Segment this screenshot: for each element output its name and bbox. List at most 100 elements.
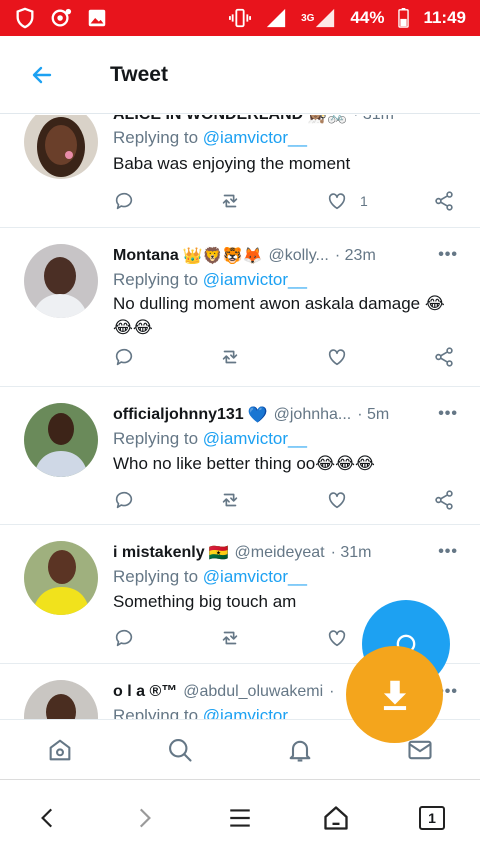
replying-to: Replying to @iamvictor__ <box>113 429 307 448</box>
home-icon[interactable] <box>46 736 74 764</box>
author-handle[interactable]: @abdul_oluwakemi <box>183 683 323 701</box>
author-handle[interactable]: @kolly... <box>268 247 328 265</box>
reply-button[interactable] <box>113 627 135 649</box>
avatar[interactable] <box>24 115 98 179</box>
notification-app-icon <box>51 8 72 27</box>
tweet-time: · <box>329 683 335 700</box>
author-name[interactable]: officialjohnny131 <box>113 406 244 424</box>
browser-toolbar: 1 <box>0 779 480 854</box>
reply-icon <box>115 491 133 509</box>
tab-count: 1 <box>419 806 445 830</box>
network-type: 3G <box>301 12 315 24</box>
author-name[interactable]: o l a ®™ <box>113 683 177 701</box>
avatar[interactable] <box>24 244 98 318</box>
chevron-left-icon <box>41 808 53 828</box>
menu-icon <box>230 809 250 827</box>
chevron-right-icon <box>139 808 151 828</box>
page-title: Tweet <box>110 62 168 86</box>
share-icon <box>435 191 453 211</box>
mention-link[interactable]: @iamvictor__ <box>203 429 307 448</box>
heart-icon <box>328 492 346 509</box>
share-button[interactable] <box>433 190 455 212</box>
reply-button[interactable] <box>113 346 135 368</box>
tweet-time: · 5m <box>357 406 390 423</box>
battery-percent: 44% <box>350 8 385 27</box>
shield-icon <box>16 7 34 29</box>
reply-button[interactable] <box>113 489 135 511</box>
reply-icon <box>115 192 133 210</box>
share-button[interactable] <box>433 346 455 368</box>
heart-icon <box>328 193 346 210</box>
tweet[interactable]: Montana 👑🦁🐯🦊 @kolly... · 23m ••• Replyin… <box>0 228 480 387</box>
status-bar: 3G 44% 11:49 <box>0 0 480 36</box>
retweet-button[interactable] <box>219 346 241 368</box>
tweet-text: No dulling moment awon askala damage 😂😂😂 <box>113 294 445 337</box>
more-options-button[interactable]: ••• <box>438 246 458 264</box>
author-handle[interactable]: @meideyeat <box>235 544 325 562</box>
retweet-button[interactable] <box>219 489 241 511</box>
tweet-actions <box>113 489 458 515</box>
browser-forward-button[interactable] <box>128 802 160 834</box>
browser-back-button[interactable] <box>32 802 64 834</box>
retweet-icon <box>222 631 238 645</box>
mention-link[interactable]: @iamvictor__ <box>203 567 307 586</box>
tweet-actions <box>113 346 458 372</box>
share-icon <box>435 347 453 367</box>
retweet-icon <box>222 350 238 364</box>
clock: 11:49 <box>423 8 466 27</box>
author-name[interactable]: Montana <box>113 247 179 265</box>
tweet-time: · 23m <box>334 247 376 264</box>
retweet-icon <box>222 194 238 208</box>
author-name[interactable]: ALICE IN WONDERLAND <box>113 115 303 124</box>
browser-tabs-button[interactable]: 1 <box>416 802 448 834</box>
avatar[interactable] <box>24 403 98 477</box>
mention-link[interactable]: @iamvictor__ <box>203 270 307 289</box>
like-button[interactable] <box>326 489 348 511</box>
more-options-button[interactable]: ••• <box>438 405 458 423</box>
gallery-icon <box>88 9 106 27</box>
like-count: 1 <box>360 193 368 209</box>
author-name[interactable]: i mistakenly <box>113 544 205 562</box>
tweet[interactable]: officialjohnny131 💙 @johnha... · 5m ••• … <box>0 387 480 525</box>
replying-to: Replying to @iamvictor__ <box>113 128 307 147</box>
reply-icon <box>115 348 133 366</box>
mention-link[interactable]: @iamvictor__ <box>203 706 307 719</box>
tweet[interactable]: ALICE IN WONDERLAND 👩🏽‍🍳🚲 · 31m Replying… <box>0 115 480 228</box>
tweet-time: · 31m <box>353 115 394 124</box>
replying-to: Replying to @iamvictor__ <box>113 270 307 289</box>
home-outline-icon <box>324 806 348 830</box>
signal-icon <box>266 8 286 28</box>
author-handle[interactable]: @johnha... <box>274 406 352 424</box>
avatar[interactable] <box>24 541 98 615</box>
tweet-time: · 31m <box>330 544 372 561</box>
back-button[interactable] <box>22 55 62 95</box>
tweet-text: Baba was enjoying the moment <box>113 154 351 173</box>
share-button[interactable] <box>433 489 455 511</box>
download-button[interactable] <box>346 646 443 743</box>
top-bar: Tweet <box>0 36 480 114</box>
notifications-bell-icon[interactable] <box>286 736 314 764</box>
author-emojis: 💙 <box>247 407 268 424</box>
avatar[interactable] <box>24 680 98 719</box>
mention-link[interactable]: @iamvictor__ <box>203 128 307 147</box>
author-emojis: 👩🏽‍🍳🚲 <box>307 115 348 124</box>
reply-button[interactable] <box>113 190 135 212</box>
browser-menu-button[interactable] <box>224 802 256 834</box>
retweet-button[interactable] <box>219 627 241 649</box>
search-icon[interactable] <box>166 736 194 764</box>
author-emojis: 🇬🇭 <box>208 545 229 562</box>
author-emojis: 👑🦁🐯🦊 <box>182 248 263 265</box>
tweet-text: Who no like better thing oo😂😂😂 <box>113 454 375 473</box>
heart-icon <box>328 349 346 366</box>
signal-strength-icon <box>316 8 335 28</box>
vibrate-icon <box>229 8 252 28</box>
heart-icon <box>328 630 346 647</box>
like-button[interactable] <box>326 627 348 649</box>
replying-to: Replying to @iamvictor__ <box>113 567 307 586</box>
more-options-button[interactable]: ••• <box>438 543 458 561</box>
like-button[interactable]: 1 <box>326 190 368 212</box>
browser-home-button[interactable] <box>320 802 352 834</box>
retweet-button[interactable] <box>219 190 241 212</box>
share-icon <box>435 490 453 510</box>
like-button[interactable] <box>326 346 348 368</box>
